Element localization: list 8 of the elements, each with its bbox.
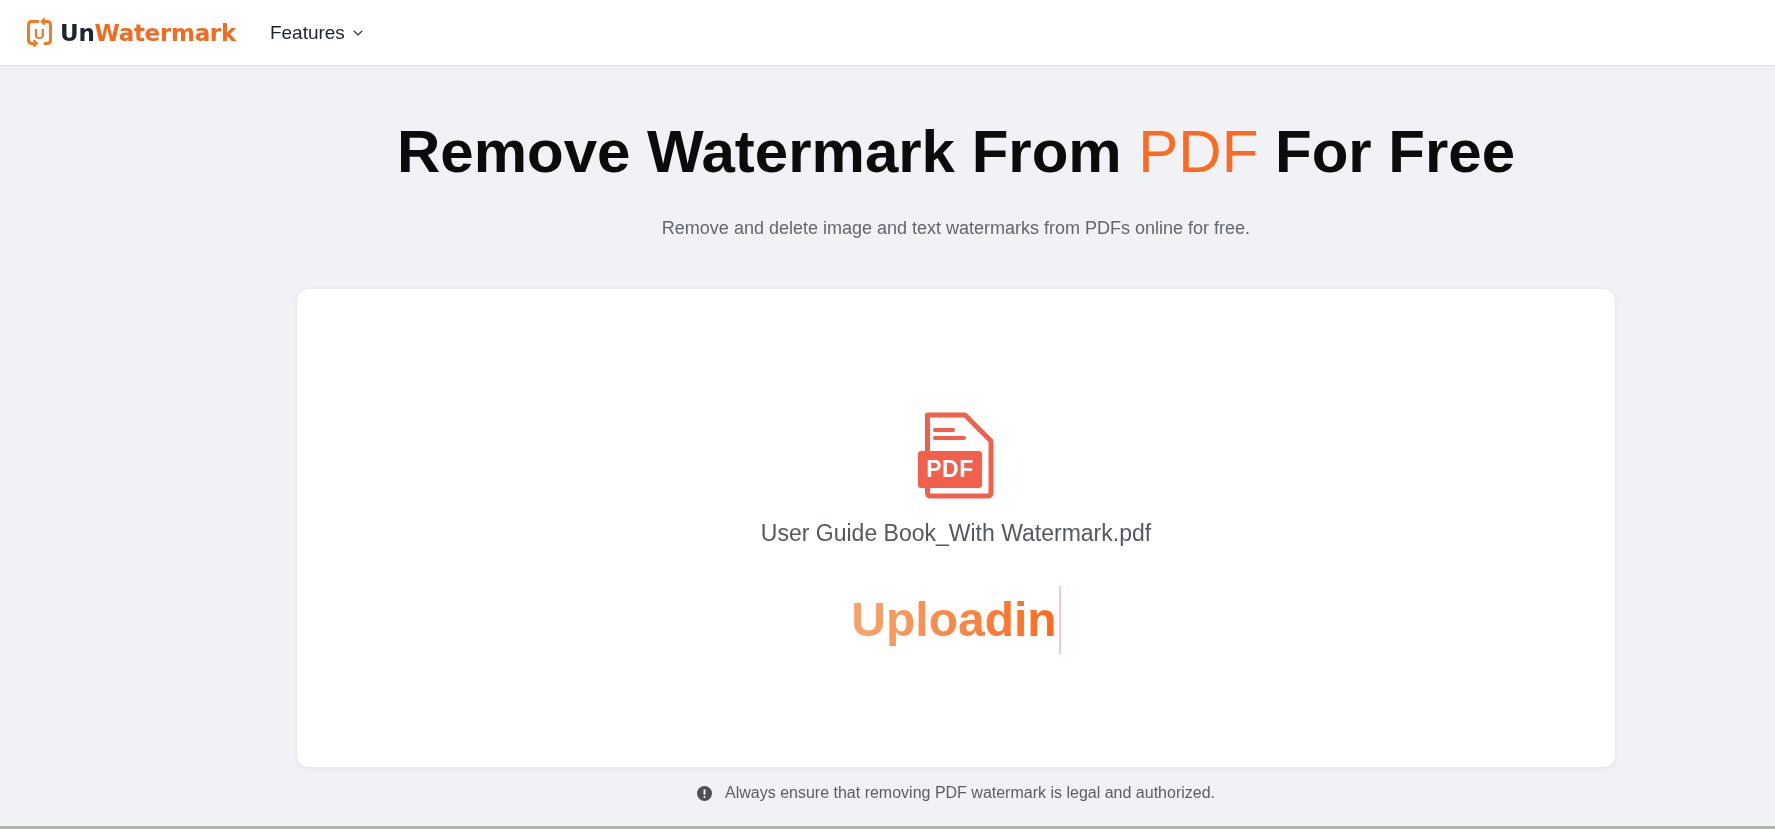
page-title: Remove Watermark From PDF For Free <box>396 117 1516 187</box>
alert-icon <box>697 785 712 801</box>
text-caret-icon <box>1058 586 1061 654</box>
features-menu-button[interactable]: Features <box>269 17 366 48</box>
legal-notice: Always ensure that removing PDF watermark is legal and authorized. <box>725 783 1215 803</box>
logo-wordmark[interactable]: UnWatermark <box>60 19 236 46</box>
page-subtitle: Remove and delete image and text watermarks from PDFs online for free. <box>661 217 1251 240</box>
file-name: User Guide Book_With Watermark.pdf <box>760 519 1152 547</box>
